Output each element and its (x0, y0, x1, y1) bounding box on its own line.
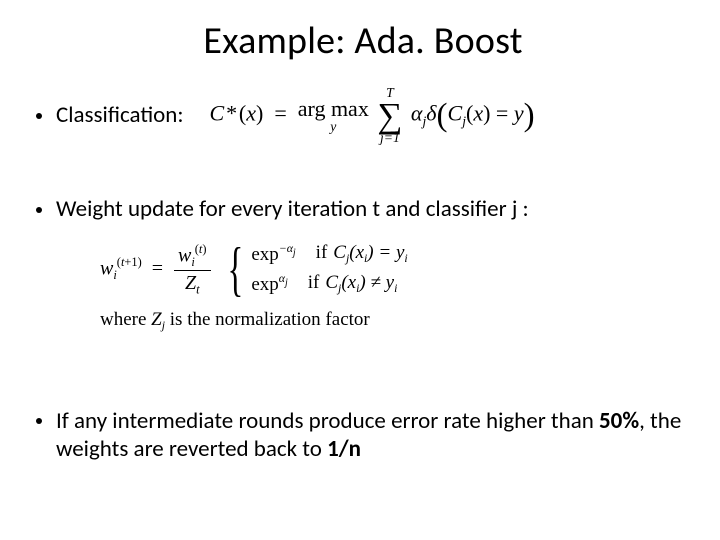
bullet-dot-icon (36, 418, 42, 424)
case-equal: exp−αj ifCj(xi) = yi (251, 242, 407, 266)
formula-weight-update: wi(t+1) = wi(t) Zt { exp−αj ifCj(xi) = y… (100, 242, 690, 333)
bullet-weight-update-label: Weight update for every iteration t and … (56, 195, 529, 224)
case-notequal: expαj ifCj(xi) ≠ yi (251, 272, 407, 296)
slide: Example: Ada. Boost Classification: C * … (0, 0, 720, 540)
bullet-error-rule-text: If any intermediate rounds produce error… (56, 407, 690, 465)
bullet-classification-label: Classification: (56, 101, 184, 130)
bullet-dot-icon (36, 207, 42, 213)
where-clause: where Zj is the normalization factor (100, 309, 690, 333)
left-brace-icon: { (227, 247, 243, 292)
bullet-classification: Classification: C * (x) = arg max y T ∑ … (36, 86, 690, 145)
sigma-icon: T ∑ j=1 (377, 86, 402, 145)
fraction: wi(t) Zt (174, 242, 211, 297)
bullet-error-rule: If any intermediate rounds produce error… (36, 407, 690, 465)
bullet-weight-update: Weight update for every iteration t and … (36, 195, 690, 224)
bullet-dot-icon (36, 113, 42, 119)
slide-title: Example: Ada. Boost (36, 18, 690, 64)
formula-classification: C * (x) = arg max y T ∑ j=1 αjδ(Cj(x) = … (210, 86, 535, 145)
